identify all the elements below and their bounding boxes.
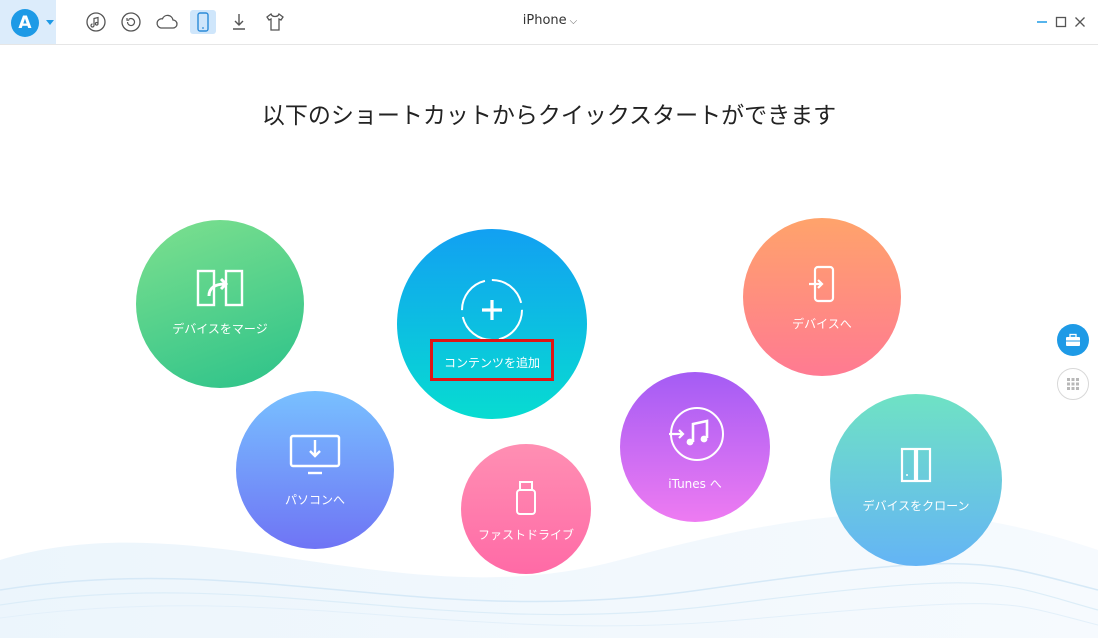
to-pc-button[interactable]: パソコンへ: [236, 391, 394, 549]
to-device-label: デバイスへ: [792, 317, 852, 331]
device-selector[interactable]: iPhone ⌵: [500, 13, 600, 28]
music-icon[interactable]: [83, 10, 109, 34]
app-menu[interactable]: A: [0, 0, 56, 44]
phone-icon[interactable]: [190, 10, 216, 34]
cloud-icon[interactable]: [154, 10, 180, 34]
backup-icon[interactable]: [118, 10, 144, 34]
to-itunes-button[interactable]: iTunes へ: [620, 372, 770, 522]
title-bar: A iPhone ⌵: [0, 0, 1098, 45]
clone-label: デバイスをクローン: [862, 499, 970, 513]
page-title: 以下のショートカットからクイックスタートができます: [261, 103, 837, 129]
minimize-button[interactable]: [1034, 14, 1050, 30]
highlight-box: [430, 339, 554, 381]
download-icon[interactable]: [226, 10, 252, 34]
close-button[interactable]: [1072, 14, 1088, 30]
to-device-button[interactable]: デバイスへ: [743, 218, 901, 376]
usb-drive-icon: [516, 481, 536, 515]
fast-drive-button[interactable]: ファストドライブ: [461, 444, 591, 574]
fast-drive-label: ファストドライブ: [477, 528, 574, 542]
apps-grid-button[interactable]: [1057, 368, 1089, 400]
app-logo-icon: A: [11, 9, 39, 37]
merge-device-button[interactable]: デバイスをマージ: [136, 220, 304, 388]
clone-device-button[interactable]: デバイスをクローン: [830, 394, 1002, 566]
grid-icon: [1067, 378, 1079, 390]
caret-down-icon: [46, 20, 54, 25]
merge-icon: [196, 269, 244, 307]
maximize-button[interactable]: [1053, 14, 1069, 30]
device-import-icon: [809, 265, 835, 303]
clone-icon: [900, 447, 932, 483]
plus-circle-icon: [461, 279, 523, 341]
device-name: iPhone: [522, 13, 567, 28]
chevron-down-icon: ⌵: [569, 16, 578, 27]
toolbox-icon: [1066, 333, 1080, 346]
toolbox-button[interactable]: [1057, 324, 1089, 356]
tshirt-icon[interactable]: [262, 10, 288, 34]
add-content-button[interactable]: コンテンツを追加: [397, 229, 587, 419]
monitor-icon: [289, 434, 341, 475]
itunes-icon: [669, 407, 724, 461]
merge-label: デバイスをマージ: [172, 322, 268, 336]
to-pc-label: パソコンへ: [284, 493, 345, 507]
to-itunes-label: iTunes へ: [668, 477, 722, 491]
